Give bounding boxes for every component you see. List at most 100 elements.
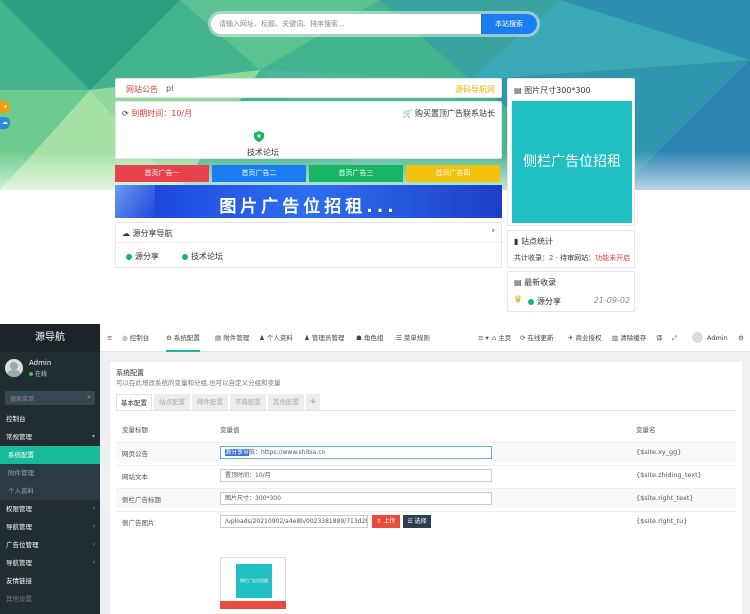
text-value-input[interactable]: 置顶时间：10/月 [220,469,492,482]
newest-card: ▤ 最新收录 ♛ 源分享 21-09-02 [507,271,635,312]
topbar-item[interactable]: 译 [656,324,663,352]
newest-date: 21-09-02 [593,296,630,305]
notice-text: pl [166,84,174,93]
topbar-item[interactable]: ⌂ 主页 [492,324,511,352]
ad-buttons-row: 首页广告一 首页广告二 首页广告三 首页广告四 [115,165,502,182]
newest-item[interactable]: ♛ 源分享 21-09-02 [514,295,630,306]
topbar-item[interactable]: ♟ 管理员管理 [304,324,344,352]
shield-icon [254,131,264,142]
sidebar-item[interactable]: 个人资料 [0,482,100,500]
image-ad-banner[interactable]: 图片广告位招租... [115,185,502,218]
topbar-item[interactable]: ⟳ 在线更新 [520,324,554,352]
topbar-item[interactable]: ✈ 商业授权 [568,324,602,352]
site-search-button[interactable]: 本站搜索 [481,14,537,34]
admin-panel-screenshot: 源导航 Admin 在线 搜索菜单 ⌕ 控制台 常规管理 ▾ 系统配置 附件管理 个人资料… [0,324,750,614]
online-dot-icon [29,372,33,376]
add-tab-button[interactable]: + [306,394,320,410]
config-panel: 系统配置 可以在此增改系统的变量和分组,也可以自定义分组和变量 基本配置 站点配… [110,362,742,614]
share-icon: ◂ [3,103,7,110]
topbar-item[interactable]: ▤ 附件管理 [215,324,249,352]
topbar-item[interactable]: ≡ ▾ [478,324,489,352]
divider [116,242,501,243]
tab-other[interactable]: 其他配置 [268,394,304,410]
site-dot-icon [182,254,188,260]
chevron-icon: ‹ [92,505,95,512]
ad-button-2[interactable]: 首页广告二 [212,165,306,182]
newest-title: ▤ 最新收录 [514,278,557,287]
delete-image-button[interactable] [220,601,286,609]
sidebar-item[interactable]: 导航管理 ‹ [0,518,100,536]
share-nav-title: ☁ 源分享导航 [122,229,173,238]
topbar-item[interactable]: ☰ 菜单规则 [396,324,430,352]
sidebar-item[interactable]: 友情链接 [0,572,100,590]
side-title-input[interactable]: 图片尺寸：300*300 [220,492,492,505]
topbar-item[interactable]: ⚙ [738,324,744,352]
share-nav-card: ☁ 源分享导航 › 源分享 技术论坛 [115,222,502,268]
float-share-button[interactable]: ◂ [0,101,10,113]
stats-title: ▮ 站点统计 [514,237,553,246]
site-dot-icon [528,299,534,305]
admin-user-menu[interactable]: Admin [692,324,728,352]
site-search-bar: 本站搜索 [211,14,537,34]
topbar-item[interactable]: ☗ 角色组 [356,324,383,352]
avatar [5,359,23,377]
avatar [692,332,703,343]
tab-email[interactable]: 邮件配置 [192,394,228,410]
ad-button-4[interactable]: 首页广告四 [406,165,500,182]
topbar-item[interactable]: ⚙ 系统配置 [166,324,200,352]
sidebar-item[interactable]: 常规管理 ▾ [0,428,100,446]
search-icon[interactable]: ⌕ [87,393,91,402]
sidebar-item[interactable]: 其他设置 [0,590,100,608]
topbar-item[interactable]: ♟ 个人资料 [259,324,293,352]
sidebar-item[interactable]: 导航管理 ‹ [0,554,100,572]
notice-site-name[interactable]: 源码导航网 [455,84,495,95]
tab-basic[interactable]: 基本配置 [116,394,152,410]
cloud-icon: ☁ [2,119,8,126]
preview-image: 侧栏广告位招租 [236,564,272,598]
sidebar-item[interactable]: 广告位管理 ‹ [0,536,100,554]
sidebar-item[interactable]: 权限管理 ‹ [0,500,100,518]
chevron-icon: ▾ [91,433,95,440]
expiry-time: ⟳ 到期时间：10/月 [122,109,193,118]
menu-search-input[interactable]: 搜索菜单 ⌕ [5,391,95,405]
side-ad-image[interactable]: 侧栏广告位招租 [512,101,632,223]
admin-content: 系统配置 可以在此增改系统的变量和分组,也可以自定义分组和变量 基本配置 站点配… [100,352,750,614]
notice-card: 网站公告 pl 源码导航网 [115,78,502,98]
share-item-1[interactable]: 源分享 [126,251,159,262]
contact-admin-link[interactable]: 🛒 购买置顶广告联系站长 [402,108,495,119]
sidebar-item[interactable]: 控制台 [0,410,100,428]
admin-logo[interactable]: 源导航 [0,324,100,352]
table-row: 侧栏广告标题 图片尺寸：300*300 {$site.right_text} [116,488,736,508]
expiry-card: ⟳ 到期时间：10/月 🛒 购买置顶广告联系站长 技术论坛 [115,101,502,159]
chevron-right-icon[interactable]: › [491,226,495,236]
site-dot-icon [126,254,132,260]
user-status: 在线 [29,369,47,378]
upload-button[interactable]: ⇧ 上传 [372,515,400,528]
float-cloud-button[interactable]: ☁ [0,117,10,129]
select-button[interactable]: ☰ 选择 [403,515,431,528]
chevron-icon: ‹ [92,559,95,566]
tech-forum-link[interactable]: 技术论坛 [247,147,279,158]
chevron-icon: ‹ [92,541,95,548]
sidebar-item[interactable]: 系统配置 [0,446,100,464]
tab-dictionary[interactable]: 字典配置 [230,394,266,410]
image-icon: ▤ [514,86,522,95]
side-ad-card: ▤ 图片尺寸300*300 侧栏广告位招租 [507,78,635,226]
side-ad-title: ▤ 图片尺寸300*300 [514,86,591,95]
notice-title: 网站公告 [126,85,158,94]
sidebar-item[interactable]: 附件管理 [0,464,100,482]
topbar-item[interactable]: ≡ [107,324,112,352]
banner-text: 图片广告位招租... [219,197,398,217]
notice-value-input[interactable]: 源分享导航：https://www.shibia.cn [220,446,492,459]
newest-site-name: 源分享 [537,297,561,306]
topbar-item[interactable]: ▥ 清除缓存 [612,324,646,352]
table-row: 网站文本 置顶时间：10/月 {$site.zhiding_text} [116,465,736,485]
topbar-item[interactable]: ◎ 控制台 [122,324,149,352]
tab-site[interactable]: 站点配置 [154,394,190,410]
topbar-item[interactable]: ⤢ [672,324,677,352]
site-search-input[interactable] [211,14,481,34]
share-item-2[interactable]: 技术论坛 [182,251,223,262]
ad-button-1[interactable]: 首页广告一 [115,165,209,182]
side-image-input[interactable]: /uploads/20210902/a4e8b/0023381889/713d2… [220,515,368,528]
ad-button-3[interactable]: 首页广告三 [309,165,403,182]
